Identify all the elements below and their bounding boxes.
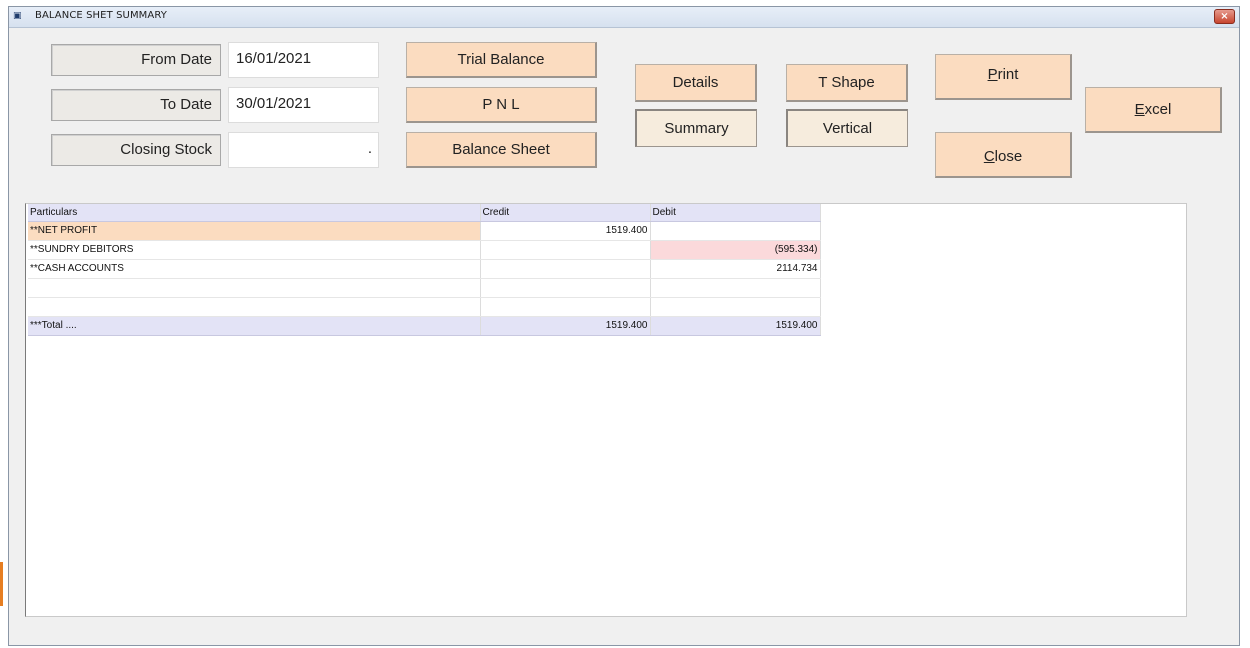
balance-sheet-button[interactable]: Balance Sheet [406,132,597,168]
t-shape-button[interactable]: T Shape [786,64,908,102]
cell-particulars [28,297,481,317]
window-close-button[interactable]: × [1214,9,1235,24]
from-date-label: From Date [51,44,221,76]
cell-debit [650,278,821,298]
trial-balance-button[interactable]: Trial Balance [406,42,597,78]
excel-hotkey: E [1134,101,1145,118]
close-label: lose [994,148,1023,165]
to-date-label: To Date [51,89,221,121]
cell-credit [480,278,651,298]
cell-credit: 1519.400 [480,221,651,241]
to-date-field[interactable]: 30/01/2021 [228,87,379,123]
table-header-row: Particulars Credit Debit [28,204,821,222]
left-edge-marker [0,562,3,606]
column-header-debit[interactable]: Debit [650,204,821,222]
table-row[interactable] [28,278,821,298]
close-hotkey: C [983,148,995,165]
cell-debit [650,297,821,317]
balance-sheet-summary-window: ▣ BALANCE SHET SUMMARY × From Date 16/01… [8,6,1240,646]
cell-particulars: **CASH ACCOUNTS [28,259,481,279]
balance-table: Particulars Credit Debit **NET PROFIT 15… [28,204,821,336]
excel-label: xcel [1144,101,1172,118]
total-debit: 1519.400 [650,316,821,336]
total-credit: 1519.400 [480,316,651,336]
column-header-credit[interactable]: Credit [480,204,651,222]
details-button[interactable]: Details [635,64,757,102]
cell-credit [480,240,651,260]
vertical-button[interactable]: Vertical [786,109,908,147]
print-button[interactable]: Print [935,54,1072,100]
print-label: rint [997,66,1019,83]
cell-debit: 2114.734 [650,259,821,279]
cell-particulars [28,278,481,298]
summary-button[interactable]: Summary [635,109,757,147]
table-row[interactable]: **SUNDRY DEBITORS (595.334) [28,240,821,260]
cell-particulars: **NET PROFIT [28,221,481,241]
cell-debit: (595.334) [650,240,821,260]
table-row[interactable]: **CASH ACCOUNTS 2114.734 [28,259,821,279]
from-date-field[interactable]: 16/01/2021 [228,42,379,78]
closing-stock-field[interactable]: . [228,132,379,168]
app-icon: ▣ [13,11,22,21]
cell-credit [480,297,651,317]
closing-stock-label: Closing Stock [51,134,221,166]
title-bar: ▣ BALANCE SHET SUMMARY × [9,7,1239,28]
total-particulars: ***Total .... [28,316,481,336]
cell-credit [480,259,651,279]
total-row[interactable]: ***Total .... 1519.400 1519.400 [28,316,821,336]
table-row[interactable]: **NET PROFIT 1519.400 [28,221,821,241]
column-header-particulars[interactable]: Particulars [28,204,481,222]
table-row[interactable] [28,297,821,317]
print-hotkey: P [987,66,998,83]
cell-debit [650,221,821,241]
balance-grid[interactable]: Particulars Credit Debit **NET PROFIT 15… [25,203,1187,617]
close-button[interactable]: Close [935,132,1072,178]
window-title: BALANCE SHET SUMMARY [35,10,167,21]
cell-particulars: **SUNDRY DEBITORS [28,240,481,260]
excel-button[interactable]: Excel [1085,87,1222,133]
pnl-button[interactable]: P N L [406,87,597,123]
